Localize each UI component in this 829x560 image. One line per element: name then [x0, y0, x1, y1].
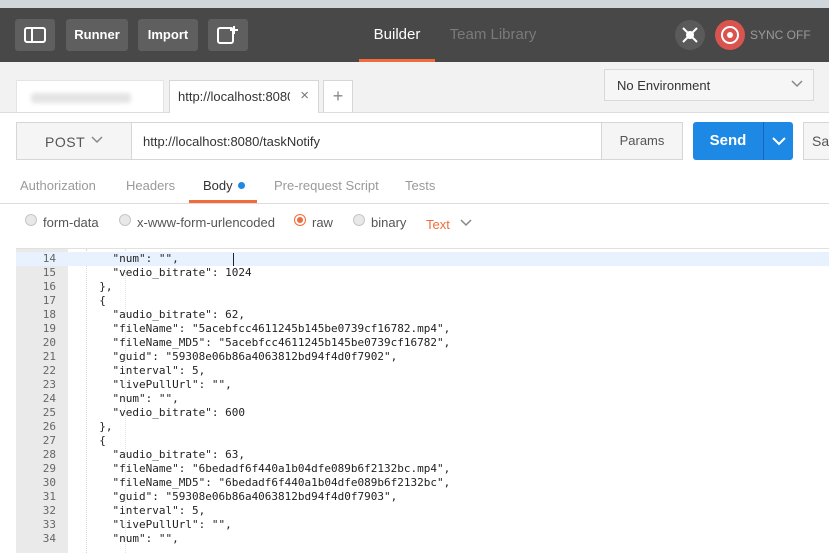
line-number: 26 [42, 420, 56, 433]
chevron-down-icon [772, 137, 786, 146]
line-number: 28 [42, 448, 56, 461]
line-number: 23 [42, 378, 56, 391]
line-number: 21 [42, 350, 56, 363]
code-line[interactable]: "audio_bitrate": 63, [86, 448, 244, 462]
radio-raw[interactable] [294, 214, 306, 226]
method-label: POST [45, 134, 86, 150]
blurred-text [31, 93, 131, 103]
runner-button[interactable]: Runner [66, 19, 128, 51]
interceptor-button[interactable] [675, 20, 705, 50]
radio-urlencoded[interactable] [119, 214, 131, 226]
code-line[interactable]: "vedio_bitrate": 600 [86, 406, 244, 420]
code-line[interactable]: "fileName_MD5": "6bedadf6f440a1b04dfe089… [86, 476, 450, 490]
tab-pre-request-script[interactable]: Pre-request Script [274, 178, 379, 193]
top-toolbar: Runner Import Builder Team Library SYNC … [0, 8, 829, 62]
line-number: 29 [42, 462, 56, 475]
urlencoded-label[interactable]: x-www-form-urlencoded [137, 215, 275, 230]
code-line[interactable]: "livePullUrl": "", [86, 518, 231, 532]
code-line[interactable]: "fileName": "6bedadf6f440a1b04dfe089b6f2… [86, 462, 450, 476]
url-input[interactable]: http://localhost:8080/taskNotify [131, 122, 602, 160]
new-window-icon [217, 26, 238, 44]
raw-type-select[interactable]: Text [426, 217, 450, 232]
request-tab-blurred[interactable] [16, 80, 164, 112]
code-line[interactable]: "num": "", [86, 532, 178, 546]
tab-builder[interactable]: Builder [359, 8, 435, 62]
raw-label[interactable]: raw [312, 215, 333, 230]
environment-select[interactable]: No Environment [604, 69, 814, 101]
line-number: 20 [42, 336, 56, 349]
sync-status-label: SYNC OFF [750, 28, 811, 42]
line-number: 33 [42, 518, 56, 531]
line-number: 16 [42, 280, 56, 293]
sidebar-icon [24, 27, 46, 43]
code-line[interactable]: "guid": "59308e06b86a4063812bd94f4d0f790… [86, 490, 397, 504]
radio-form-data[interactable] [25, 214, 37, 226]
line-number: 34 [42, 532, 56, 545]
line-number: 24 [42, 392, 56, 405]
request-tab-label: http://localhost:8080 [178, 89, 290, 104]
sync-button[interactable] [715, 20, 745, 50]
request-subtabs: Authorization Headers Body Pre-request S… [0, 170, 829, 204]
save-button[interactable]: Sa [803, 122, 829, 160]
code-line[interactable]: "livePullUrl": "", [86, 378, 231, 392]
line-number: 30 [42, 476, 56, 489]
code-line[interactable]: "num": "", [86, 392, 178, 406]
active-subtab-underline [189, 200, 257, 203]
url-value: http://localhost:8080/taskNotify [143, 134, 321, 149]
body-indicator-dot [237, 182, 245, 189]
tab-tests[interactable]: Tests [405, 178, 435, 193]
params-button[interactable]: Params [601, 122, 683, 160]
chevron-down-icon [91, 136, 103, 144]
line-number: 27 [42, 434, 56, 447]
line-number: 17 [42, 294, 56, 307]
satellite-icon [682, 27, 698, 43]
import-button[interactable]: Import [138, 19, 198, 51]
tab-headers[interactable]: Headers [126, 178, 175, 193]
close-tab-icon[interactable]: × [300, 87, 309, 104]
method-select[interactable]: POST [16, 122, 132, 160]
line-number: 32 [42, 504, 56, 517]
add-tab-button[interactable]: + [323, 80, 353, 112]
tab-authorization[interactable]: Authorization [20, 178, 96, 193]
form-data-label[interactable]: form-data [43, 215, 99, 230]
text-cursor [233, 253, 234, 266]
body-code-editor[interactable]: 14 "num": "", 15 "vedio_bitrate": 1024 16 … [16, 248, 829, 553]
body-type-options: form-data x-www-form-urlencoded raw bina… [0, 204, 829, 248]
code-line[interactable]: "audio_bitrate": 62, [86, 308, 244, 322]
sidebar-toggle-button[interactable] [15, 19, 55, 51]
binary-label[interactable]: binary [371, 215, 406, 230]
code-line[interactable]: "guid": "59308e06b86a4063812bd94f4d0f790… [86, 350, 397, 364]
line-number: 25 [42, 406, 56, 419]
code-line[interactable]: "fileName_MD5": "5acebfcc4611245b145be07… [86, 336, 450, 350]
radio-binary[interactable] [353, 214, 365, 226]
code-line[interactable]: { [86, 434, 106, 448]
tab-body[interactable]: Body [203, 178, 245, 193]
chevron-down-icon [791, 80, 803, 88]
tab-body-label: Body [203, 178, 233, 193]
chevron-down-icon[interactable] [460, 219, 472, 227]
code-line[interactable]: "num": "", [86, 252, 178, 266]
send-button[interactable]: Send [693, 122, 763, 160]
sync-icon [721, 26, 739, 44]
code-line[interactable]: "interval": 5, [86, 364, 205, 378]
code-line[interactable]: { [86, 294, 106, 308]
tab-team-library[interactable]: Team Library [443, 8, 543, 62]
line-number: 18 [42, 308, 56, 321]
line-number: 14 [42, 252, 56, 265]
new-window-button[interactable] [208, 19, 248, 51]
line-number: 15 [42, 266, 56, 279]
line-number: 31 [42, 490, 56, 503]
code-line[interactable]: "fileName": "5acebfcc4611245b145be0739cf… [86, 322, 450, 336]
code-line[interactable]: "interval": 5, [86, 504, 205, 518]
code-line[interactable]: }, [86, 280, 112, 294]
window-top-edge [0, 0, 829, 8]
request-tab-active[interactable]: http://localhost:8080 × [169, 80, 319, 113]
request-tabs-bar: http://localhost:8080 × + No Environment [0, 62, 829, 113]
line-number: 22 [42, 364, 56, 377]
environment-label: No Environment [617, 78, 711, 93]
code-line[interactable]: }, [86, 420, 112, 434]
line-number: 19 [42, 322, 56, 335]
code-line[interactable]: "vedio_bitrate": 1024 [86, 266, 251, 280]
send-options-button[interactable] [763, 122, 793, 160]
